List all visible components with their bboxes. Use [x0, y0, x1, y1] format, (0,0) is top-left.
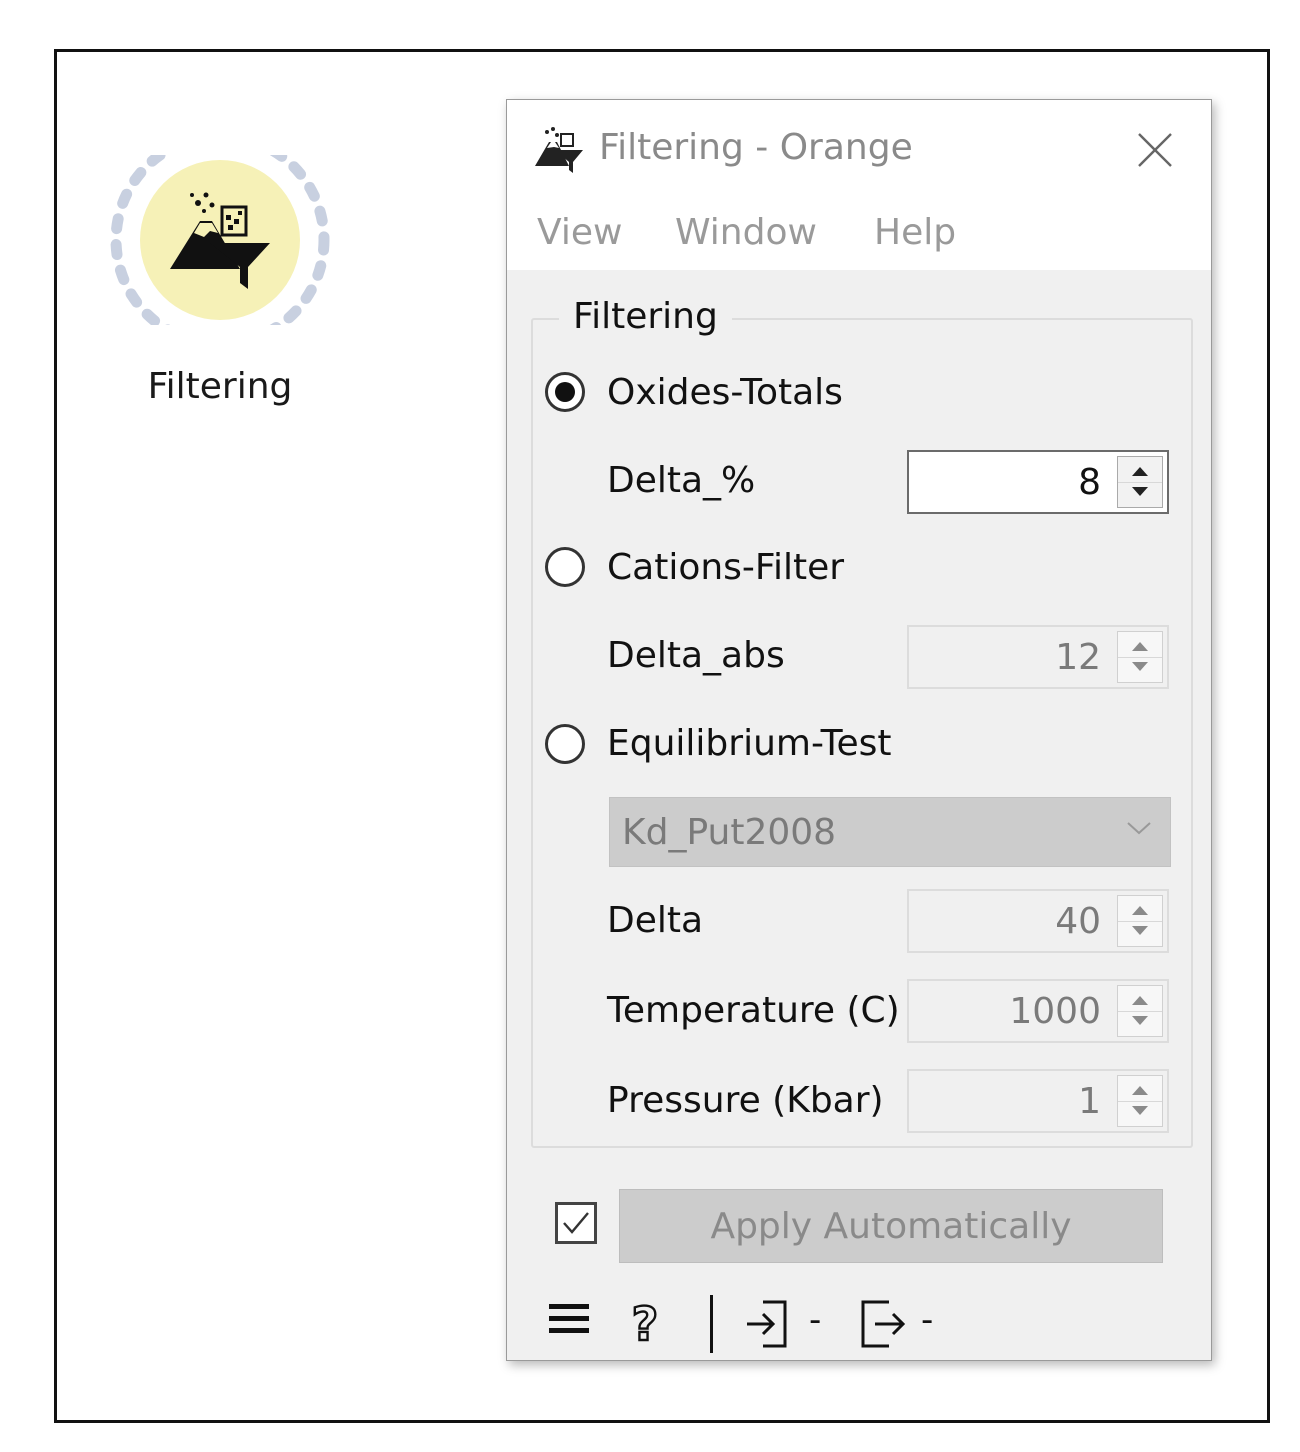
close-button[interactable]	[1127, 122, 1183, 178]
delta-percent-value[interactable]: 8	[1078, 462, 1101, 503]
radio-cations-filter[interactable]	[545, 547, 585, 587]
temperature-spinbox[interactable]: 1000	[907, 979, 1169, 1043]
spin-up-icon[interactable]	[1132, 906, 1148, 915]
apply-button[interactable]: Apply Automatically	[619, 1189, 1163, 1263]
model-select-value: Kd_Put2008	[622, 812, 837, 853]
radio-label-cations-filter[interactable]: Cations-Filter	[607, 547, 844, 588]
radio-oxides-totals[interactable]	[545, 372, 585, 412]
spin-divider	[1118, 657, 1162, 658]
menu-bar: View Window Help	[507, 200, 1211, 270]
temperature-label: Temperature (C)	[607, 990, 900, 1031]
radio-label-oxides-totals[interactable]: Oxides-Totals	[607, 372, 843, 413]
spin-divider	[1118, 921, 1162, 922]
close-icon	[1138, 133, 1172, 167]
filtering-node[interactable]	[110, 155, 330, 325]
input-icon[interactable]	[745, 1296, 793, 1352]
delta-percent-label: Delta_%	[607, 460, 756, 501]
radio-label-equilibrium-test[interactable]: Equilibrium-Test	[607, 723, 892, 764]
spin-up-icon[interactable]	[1132, 1086, 1148, 1095]
spin-buttons	[1117, 456, 1163, 508]
menu-help[interactable]: Help	[874, 212, 956, 253]
delta-abs-label: Delta_abs	[607, 635, 785, 676]
spin-buttons	[1117, 631, 1163, 683]
filtering-widget-icon	[170, 192, 270, 289]
menu-view[interactable]: View	[537, 212, 622, 253]
node-label: Filtering	[147, 366, 293, 407]
checkbox-check-icon	[563, 1212, 589, 1234]
delta-value[interactable]: 40	[1055, 901, 1101, 942]
pressure-value[interactable]: 1	[1078, 1081, 1101, 1122]
group-title: Filtering	[559, 296, 732, 337]
spin-divider	[1118, 1011, 1162, 1012]
delta-percent-spinbox[interactable]: 8	[907, 450, 1169, 514]
radio-equilibrium-test[interactable]	[545, 724, 585, 764]
filtering-widget-icon	[535, 127, 583, 173]
output-icon[interactable]	[859, 1296, 911, 1352]
spin-up-icon[interactable]	[1132, 642, 1148, 651]
chevron-down-icon	[1127, 822, 1151, 835]
spin-buttons	[1117, 895, 1163, 947]
spin-divider	[1118, 1101, 1162, 1102]
delta-spinbox[interactable]: 40	[907, 889, 1169, 953]
widget-window: Filtering - Orange View Window Help Filt…	[506, 99, 1212, 1361]
delta-abs-value[interactable]: 12	[1055, 637, 1101, 678]
delta-label: Delta	[607, 900, 704, 941]
pressure-label: Pressure (Kbar)	[607, 1080, 884, 1121]
spin-down-icon[interactable]	[1132, 487, 1148, 496]
spin-down-icon[interactable]	[1132, 926, 1148, 935]
spin-buttons	[1117, 1075, 1163, 1127]
spin-up-icon[interactable]	[1132, 996, 1148, 1005]
output-status: -	[921, 1300, 934, 1340]
model-select[interactable]: Kd_Put2008	[609, 797, 1171, 867]
window-title: Filtering - Orange	[599, 127, 913, 168]
status-separator	[710, 1295, 713, 1353]
menu-window[interactable]: Window	[675, 212, 817, 253]
apply-automatically-checkbox[interactable]	[555, 1202, 597, 1244]
delta-abs-spinbox[interactable]: 12	[907, 625, 1169, 689]
help-icon[interactable]: ?	[625, 1296, 665, 1352]
pressure-spinbox[interactable]: 1	[907, 1069, 1169, 1133]
svg-text:?: ?	[632, 1297, 659, 1351]
spin-buttons	[1117, 985, 1163, 1037]
input-status: -	[809, 1300, 822, 1340]
spin-down-icon[interactable]	[1132, 1106, 1148, 1115]
temperature-value[interactable]: 1000	[1009, 991, 1101, 1032]
spin-up-icon[interactable]	[1132, 467, 1148, 476]
spin-divider	[1118, 482, 1162, 483]
spin-down-icon[interactable]	[1132, 662, 1148, 671]
title-bar[interactable]: Filtering - Orange	[507, 100, 1211, 200]
hamburger-menu-icon[interactable]	[547, 1296, 591, 1340]
spin-down-icon[interactable]	[1132, 1016, 1148, 1025]
